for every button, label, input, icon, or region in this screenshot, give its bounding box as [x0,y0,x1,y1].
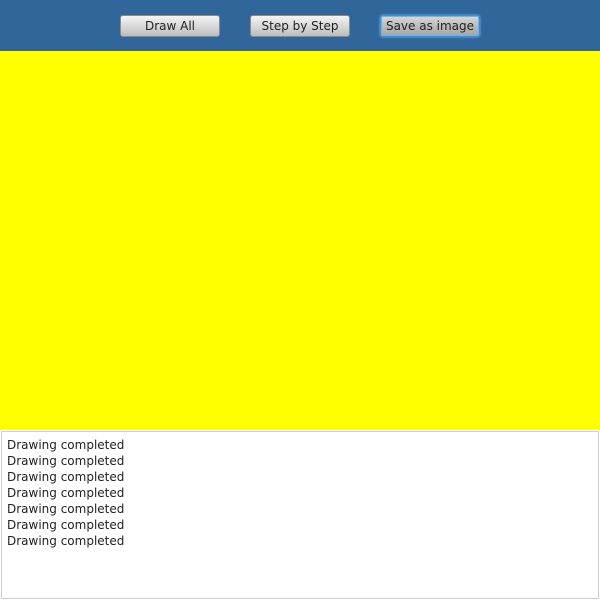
toolbar: Draw All Step by Step Save as image [0,0,600,51]
log-lines: Drawing completed Drawing completed Drawin… [7,437,593,549]
log-line: Drawing completed [7,486,125,500]
save-as-image-button[interactable]: Save as image [380,15,480,37]
step-by-step-button[interactable]: Step by Step [250,15,350,37]
log-line: Drawing completed [7,454,125,468]
drawing-canvas[interactable] [0,51,600,430]
log-area[interactable]: Drawing completed Drawing completed Drawin… [1,431,599,599]
log-line: Drawing completed [7,438,125,452]
draw-all-button[interactable]: Draw All [120,15,220,37]
log-line: Drawing completed [7,518,125,532]
log-line: Drawing completed [7,502,125,516]
log-line: Drawing completed [7,470,125,484]
log-line: Drawing completed [7,534,125,548]
